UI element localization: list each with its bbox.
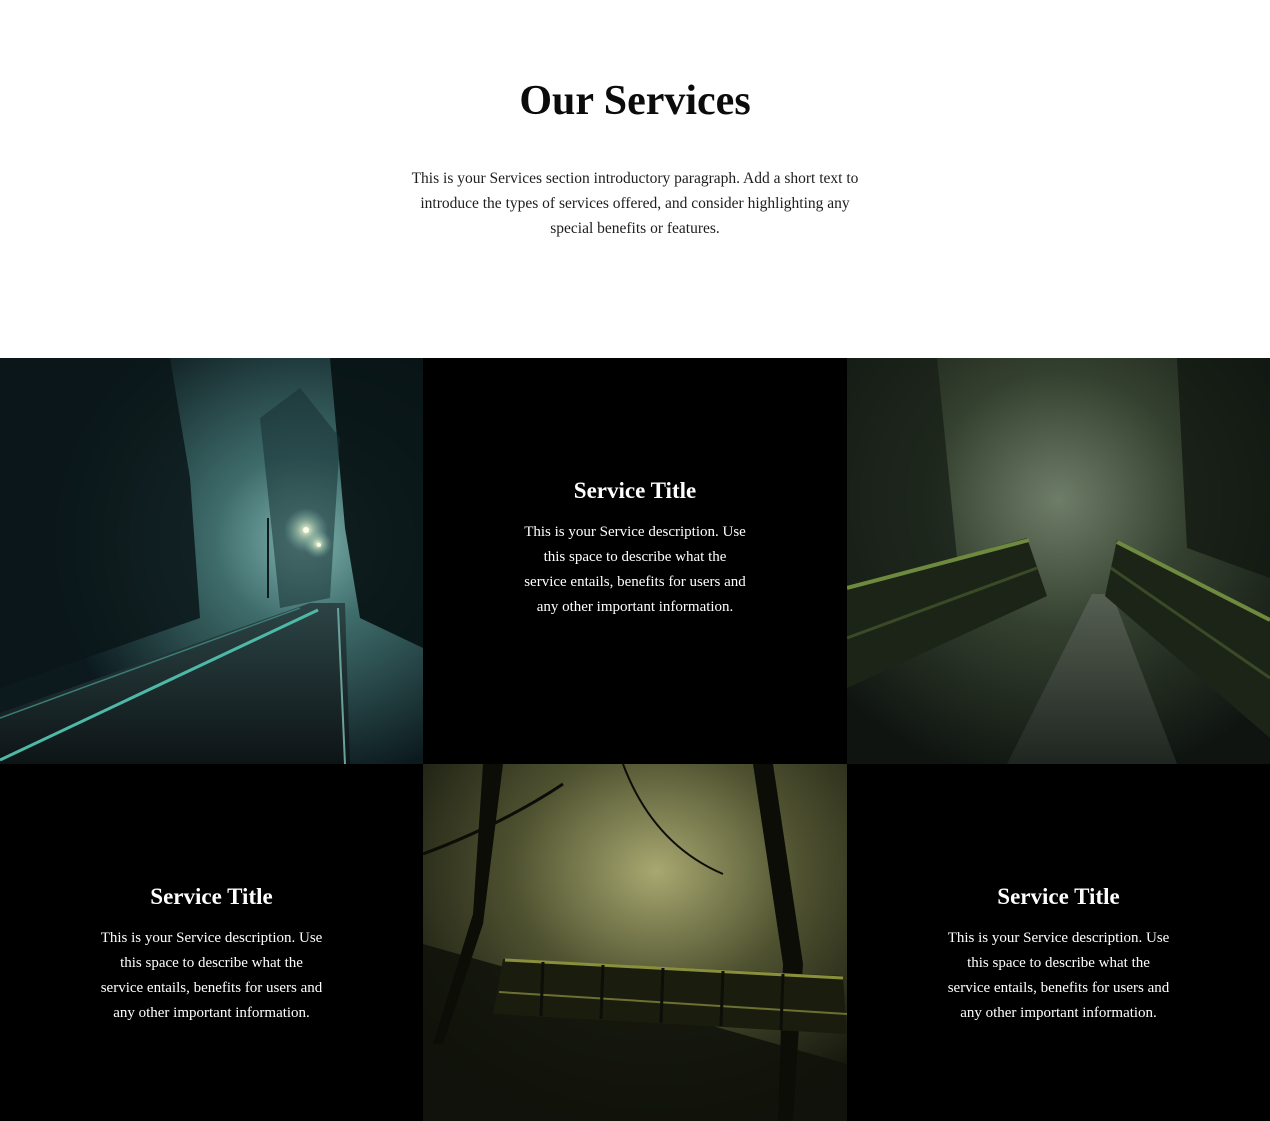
forest-footbridge-image — [847, 358, 1270, 764]
service-content: Service Title This is your Service descr… — [847, 882, 1270, 1026]
service-title: Service Title — [150, 884, 273, 909]
forest-footbridge-photo — [847, 358, 1270, 764]
service-content: Service Title This is your Service descr… — [423, 476, 847, 620]
services-intro-section: Our Services This is your Services secti… — [0, 0, 1270, 358]
service-card: Service Title This is your Service descr… — [0, 764, 423, 1121]
service-title: Service Title — [573, 478, 697, 503]
swamp-bridge-image — [423, 764, 847, 1121]
service-card: Service Title This is your Service descr… — [847, 764, 1270, 1121]
service-description: This is your Service description. Use th… — [524, 524, 746, 615]
intro-paragraph: This is your Services section introducto… — [411, 170, 859, 237]
service-description: This is your Service description. Use th… — [100, 930, 323, 1021]
service-content: Service Title This is your Service descr… — [0, 882, 423, 1026]
services-grid: Service Title This is your Service descr… — [0, 358, 1270, 1121]
service-title: Service Title — [997, 884, 1120, 909]
swamp-bridge-photo — [423, 764, 847, 1121]
misty-forest-road-image — [0, 358, 423, 764]
service-card: Service Title This is your Service descr… — [423, 358, 847, 764]
section-title: Our Services — [519, 78, 751, 124]
misty-forest-road-photo — [0, 358, 423, 764]
service-description: This is your Service description. Use th… — [947, 930, 1170, 1021]
